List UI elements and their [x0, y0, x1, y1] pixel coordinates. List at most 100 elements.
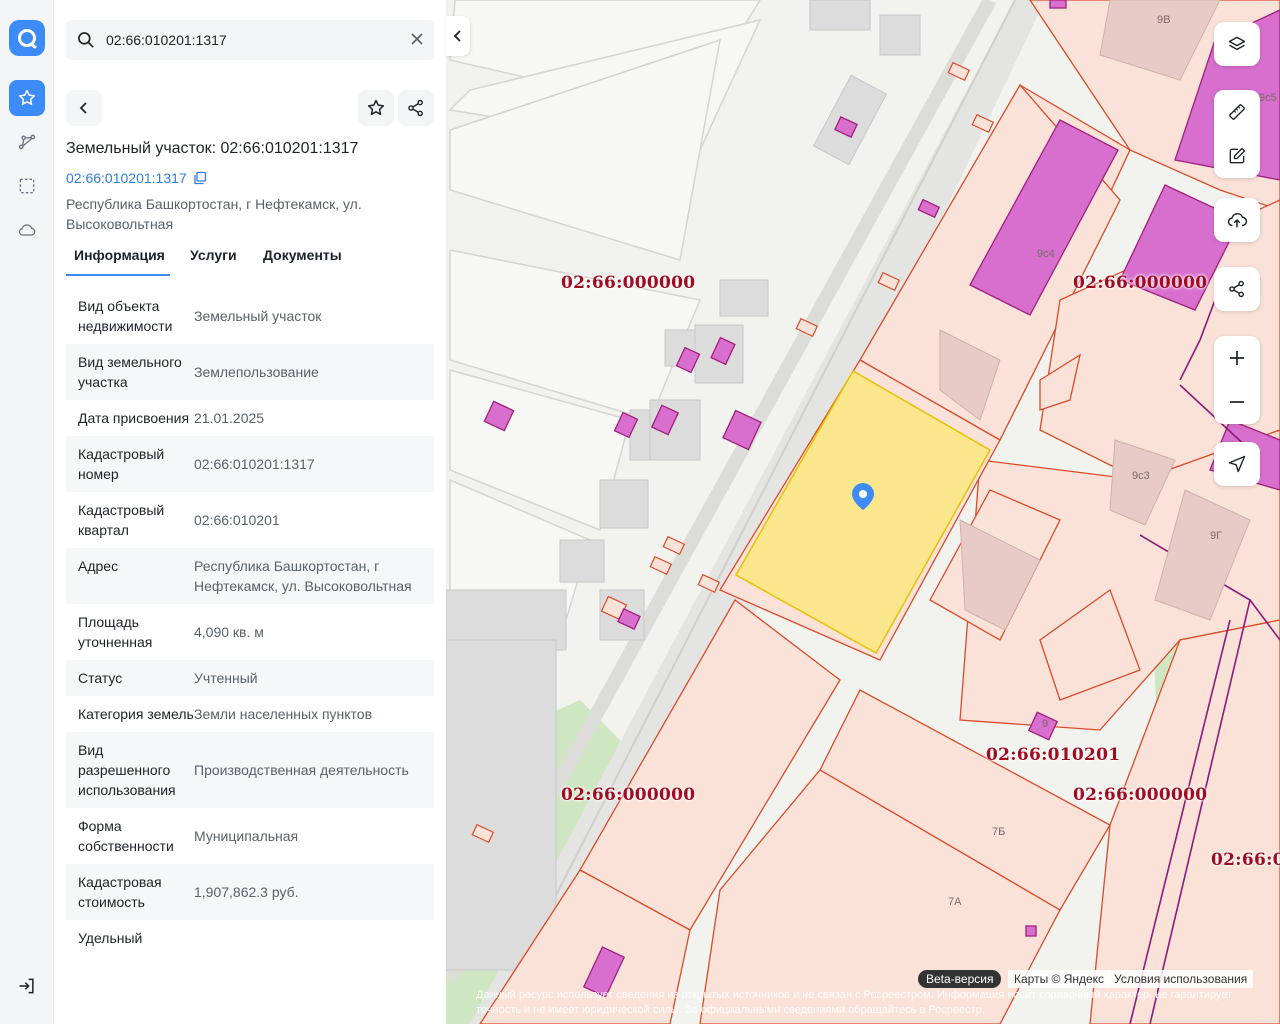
- clear-search-icon[interactable]: [410, 32, 424, 46]
- info-row: Адрес Республика Башкортостан, г Нефтекам…: [66, 548, 434, 604]
- share-icon: [408, 99, 423, 117]
- info-row: Кадастровая стоимость 1,907,862.3 руб.: [66, 864, 434, 920]
- building-number: 9с4: [1037, 248, 1055, 260]
- info-value: Земли населенных пунктов: [194, 706, 373, 722]
- terms-link[interactable]: Условия использования: [1108, 970, 1254, 988]
- info-key: Форма собственности: [78, 818, 174, 854]
- login-icon: [19, 978, 34, 994]
- share-control: [1214, 267, 1260, 311]
- share-button[interactable]: [398, 90, 434, 126]
- share-icon: [1229, 280, 1244, 298]
- info-key: Кадастровый квартал: [78, 502, 165, 538]
- quarter-label: 02:66:010201: [986, 745, 1121, 765]
- chevron-left-icon: [453, 30, 461, 42]
- cad-number-link[interactable]: 02:66:010201:1317: [66, 170, 207, 186]
- building-number: 9: [1042, 718, 1049, 730]
- upload-button[interactable]: [1214, 198, 1260, 242]
- collapse-panel-button[interactable]: [446, 16, 470, 56]
- draw-button[interactable]: [1214, 134, 1260, 178]
- info-row: Статус Учтенный: [66, 660, 434, 696]
- tab-info[interactable]: Информация: [66, 244, 170, 276]
- edit-icon: [1229, 147, 1246, 164]
- quarter-label: 02:66:000000: [1073, 785, 1208, 805]
- info-row: Категория земель Земли населенных пунктов: [66, 696, 434, 732]
- info-panel: 02:66:010201:1317 Земельный участок: 02:…: [54, 0, 446, 1024]
- ruler-icon: [1229, 104, 1245, 120]
- object-address: Республика Башкортостан, г Нефтекамск, у…: [66, 196, 362, 232]
- favorites-rail-button[interactable]: [9, 80, 45, 116]
- info-row: Кадастровый квартал 02:66:010201: [66, 492, 434, 548]
- map-canvas[interactable]: [446, 0, 1280, 1024]
- tools-control: [1214, 90, 1260, 178]
- star-icon: [18, 89, 36, 106]
- quarter-label: 02:66:000000: [561, 273, 696, 293]
- beta-badge: Beta-версия: [918, 970, 1002, 988]
- back-button[interactable]: [66, 90, 102, 126]
- info-key: Статус: [78, 670, 123, 686]
- cadastral-map[interactable]: 9В 9с5 9с4 9с3 9Г 9 7Б 7А 02:66:000000 0…: [446, 0, 1280, 1024]
- info-value: 02:66:010201: [194, 512, 280, 528]
- info-value: Учтенный: [194, 670, 258, 686]
- plus-icon: [1230, 351, 1244, 365]
- navigation-arrow-icon: [1228, 455, 1246, 473]
- building-number: 9с5: [1259, 92, 1277, 104]
- info-value: 1,907,862.3 руб.: [194, 884, 299, 900]
- info-value: Муниципальная: [194, 828, 299, 844]
- zoom-control: [1214, 336, 1260, 424]
- layers-icon: [1228, 36, 1246, 51]
- zoom-out-button[interactable]: [1214, 380, 1260, 424]
- cloud-icon: [18, 224, 36, 236]
- building-number: 9В: [1157, 14, 1171, 26]
- ruler-button[interactable]: [1214, 90, 1260, 134]
- geolocation-button[interactable]: [1214, 442, 1260, 486]
- chevron-left-icon: [79, 102, 87, 114]
- quarter-label: 02:66:000000: [561, 785, 696, 805]
- info-key: Адрес: [78, 558, 119, 574]
- tabs-bar: Информация Услуги Документы: [66, 244, 434, 276]
- building-number: 9Г: [1210, 530, 1223, 542]
- search-bar[interactable]: 02:66:010201:1317: [66, 20, 434, 60]
- app-logo[interactable]: [9, 20, 45, 56]
- cloud-rail-button[interactable]: [9, 212, 45, 248]
- tab-documents[interactable]: Документы: [255, 244, 350, 276]
- map-disclaimer: Данный ресурс использует сведения из отк…: [476, 989, 1233, 1016]
- info-key: Удельный: [78, 930, 143, 946]
- info-key: Вид земельного участка: [78, 354, 182, 390]
- layers-button[interactable]: [1214, 22, 1260, 66]
- info-row: Дата присвоения 21.01.2025: [66, 400, 434, 436]
- search-icon: [78, 32, 94, 48]
- garage-rows: [448, 0, 762, 641]
- favorite-button[interactable]: [358, 90, 394, 126]
- info-value: 02:66:010201:1317: [194, 456, 315, 472]
- route-rail-button[interactable]: [9, 124, 45, 160]
- logo-icon: [18, 29, 37, 49]
- info-value: 4,090 кв. м: [194, 624, 264, 640]
- info-key: Дата присвоения: [78, 410, 190, 426]
- map-copyright[interactable]: Карты © Яндекс: [1008, 970, 1111, 988]
- copy-icon[interactable]: [193, 171, 207, 185]
- cad-number-text[interactable]: 02:66:010201:1317: [66, 170, 187, 186]
- login-rail-button[interactable]: [9, 968, 45, 1004]
- layers-control: [1214, 22, 1260, 66]
- zoom-in-button[interactable]: [1214, 336, 1260, 380]
- quarter-label: 02:66:0: [1211, 850, 1280, 870]
- area-select-rail-button[interactable]: [9, 168, 45, 204]
- minus-icon: [1230, 401, 1244, 403]
- info-row: Кадастровый номер 02:66:010201:1317: [66, 436, 434, 492]
- info-key: Площадь уточненная: [78, 614, 153, 650]
- info-row: Вид земельного участка Землепользование: [66, 344, 434, 400]
- info-row: Площадь уточненная 4,090 кв. м: [66, 604, 434, 660]
- tab-services[interactable]: Услуги: [182, 244, 245, 276]
- building-number: 7А: [948, 896, 962, 908]
- app-root: 02:66:010201:1317 Земельный участок: 02:…: [0, 0, 1280, 1024]
- info-table: Вид объекта недвижимости Земельный участо…: [66, 288, 434, 956]
- search-input[interactable]: 02:66:010201:1317: [106, 32, 227, 48]
- map-share-button[interactable]: [1214, 267, 1260, 311]
- quarter-label: 02:66:000000: [1073, 273, 1208, 293]
- info-value: Земельный участок: [194, 308, 322, 324]
- info-key: Кадастровый номер: [78, 446, 165, 482]
- geolocation-control: [1214, 442, 1260, 486]
- cloud-upload-icon: [1227, 212, 1248, 228]
- info-row: Вид объекта недвижимости Земельный участо…: [66, 288, 434, 344]
- building-number: 7Б: [992, 826, 1006, 838]
